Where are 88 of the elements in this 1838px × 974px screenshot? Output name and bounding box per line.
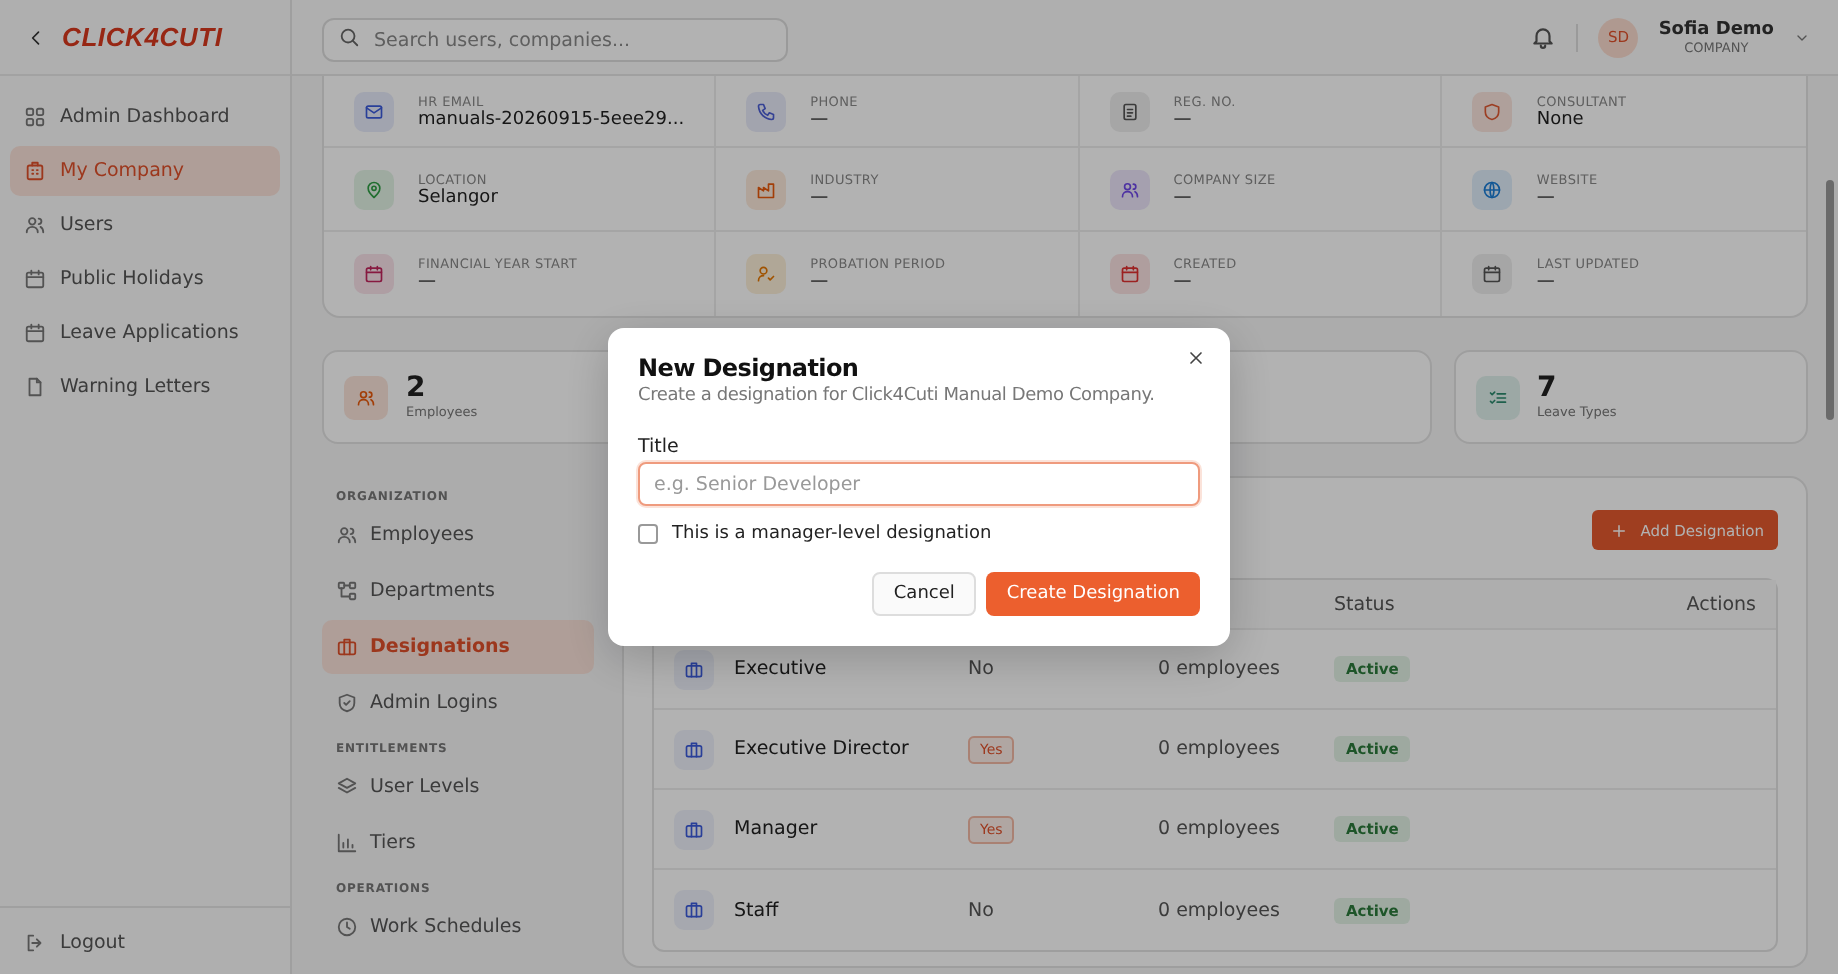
shield-check-icon [336, 692, 358, 714]
designation-title: Manager [734, 818, 818, 840]
dialog-title: New Designation [638, 354, 861, 382]
building-icon [24, 160, 46, 182]
create-button[interactable]: Create Designation [986, 572, 1200, 616]
bar-chart-icon [336, 832, 358, 854]
sidebar-item[interactable]: Warning Letters [10, 362, 280, 412]
clock-icon [336, 916, 358, 938]
briefcase-icon [336, 636, 358, 658]
sidebar-item[interactable]: Leave Applications [10, 308, 280, 358]
section-nav-item[interactable]: Tiers [322, 816, 594, 870]
stat-value: 2 [406, 373, 428, 405]
employee-count: 0 employees [1158, 738, 1280, 760]
users-icon [24, 214, 46, 236]
briefcase-icon [674, 890, 714, 930]
calendar-icon [1472, 254, 1513, 294]
hierarchy-icon [336, 580, 358, 602]
sidebar-item[interactable]: Users [10, 200, 280, 250]
document-icon [24, 376, 46, 398]
globe-icon [1472, 169, 1513, 209]
logout-icon [24, 932, 46, 954]
mail-icon [354, 92, 394, 132]
scrollbar[interactable] [1826, 180, 1834, 420]
shield-icon [1472, 92, 1513, 132]
column-header: Status [1334, 593, 1397, 615]
location-pin-icon [354, 169, 394, 209]
users-icon [344, 375, 388, 419]
checkbox[interactable] [638, 524, 658, 544]
user-name: Sofia Demo [1658, 19, 1774, 39]
field-value: manuals-20260915-5eee29... [418, 110, 685, 130]
designation-title: Staff [734, 899, 779, 921]
section-nav-item[interactable]: Work Schedules [322, 900, 594, 954]
users-icon [1109, 169, 1150, 209]
section-nav-item[interactable]: Admin Logins [322, 676, 594, 730]
logout-link[interactable]: Logout [10, 918, 280, 968]
designation-title: Executive [734, 658, 827, 680]
field-value: — [810, 272, 831, 292]
close-icon [1186, 348, 1206, 368]
designation-title: Executive Director [734, 738, 909, 760]
title-input[interactable]: e.g. Senior Developer [638, 462, 1200, 506]
field-value: — [810, 110, 831, 130]
briefcase-icon [674, 649, 714, 689]
bell-icon [1530, 24, 1557, 50]
sidebar-item[interactable]: Public Holidays [10, 254, 280, 304]
field-value: — [1536, 272, 1557, 292]
field-value: None [1536, 110, 1586, 130]
search-icon [338, 26, 360, 48]
cancel-button[interactable]: Cancel [871, 572, 977, 616]
section-nav-item[interactable]: Departments [322, 564, 594, 618]
plus-icon [1610, 521, 1629, 539]
calendar-icon [1109, 254, 1150, 294]
field-value: — [1173, 110, 1194, 130]
field-label: Title [638, 436, 681, 458]
field-value: — [1173, 272, 1194, 292]
section-nav-item[interactable]: Designations [322, 620, 594, 674]
user-check-icon [746, 254, 787, 294]
sidebar-item[interactable]: My Company [10, 146, 280, 196]
column-header: Actions [1684, 593, 1758, 615]
calendar-icon [354, 254, 394, 294]
section-nav-item[interactable]: Employees [322, 508, 594, 562]
field-value: — [1173, 187, 1194, 207]
grid-icon [24, 106, 46, 128]
phone-icon [746, 92, 787, 132]
checkbox-label: This is a manager-level designation [672, 524, 992, 544]
briefcase-icon [674, 809, 714, 849]
field-value: — [810, 187, 831, 207]
section-nav-item[interactable]: User Levels [322, 760, 594, 814]
field-value: — [1536, 187, 1557, 207]
calendar-icon [24, 322, 46, 344]
search-field[interactable]: Search users, companies... [322, 18, 788, 62]
field-value: — [418, 272, 438, 292]
layers-icon [336, 776, 358, 798]
checklist-icon [1475, 375, 1519, 419]
field-value: Selangor [418, 187, 498, 207]
sidebar-item[interactable]: Admin Dashboard [10, 92, 280, 142]
calendar-icon [24, 268, 46, 290]
factory-icon [746, 169, 787, 209]
employee-count: 0 employees [1158, 658, 1280, 680]
employee-count: 0 employees [1158, 818, 1280, 840]
document-icon [1109, 92, 1150, 132]
manager-value: No [968, 658, 994, 680]
logo: CLICK4CUTI [62, 22, 223, 52]
dialog-subtitle: Create a designation for Click4Cuti Manual Demo Company. [638, 386, 1157, 406]
users-icon [336, 524, 358, 546]
briefcase-icon [674, 729, 714, 769]
manager-value: No [968, 899, 994, 921]
stat-value: 7 [1537, 373, 1559, 405]
employee-count: 0 employees [1158, 899, 1280, 921]
